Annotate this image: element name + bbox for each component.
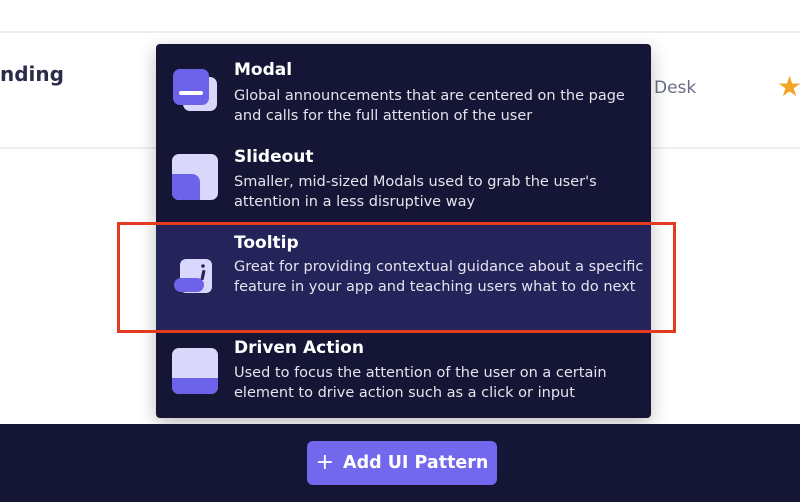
menu-item-tooltip[interactable]: Tooltip Great for providing contextual g… [156, 222, 651, 330]
ui-pattern-menu: Modal Global announcements that are cent… [156, 44, 651, 418]
plus-icon: + [315, 450, 335, 475]
menu-item-slideout[interactable]: Slideout Smaller, mid-sized Modals used … [156, 136, 651, 222]
background-divider [0, 31, 800, 33]
background-row-label: nding [0, 62, 64, 86]
menu-item-driven-action[interactable]: Driven Action Used to focus the attentio… [156, 330, 651, 418]
menu-item-description: Great for providing contextual guidance … [234, 259, 644, 295]
background-row-category: Desk [654, 78, 697, 98]
modal-icon [173, 69, 217, 111]
menu-item-title: Slideout [234, 147, 314, 167]
star-icon[interactable]: ★ [777, 73, 800, 101]
menu-item-title: Tooltip [234, 233, 299, 253]
menu-item-title: Driven Action [234, 338, 364, 358]
add-ui-pattern-button[interactable]: + Add UI Pattern [307, 441, 497, 485]
tooltip-icon [174, 259, 212, 293]
menu-item-description: Global announcements that are centered o… [234, 88, 625, 124]
menu-item-description: Smaller, mid-sized Modals used to grab t… [234, 174, 597, 210]
add-ui-pattern-label: Add UI Pattern [343, 453, 489, 473]
menu-item-description: Used to focus the attention of the user … [234, 365, 607, 401]
menu-item-title: Modal [234, 60, 293, 80]
menu-item-modal[interactable]: Modal Global announcements that are cent… [156, 44, 651, 136]
driven-action-icon [172, 348, 218, 394]
slideout-icon [172, 154, 218, 200]
